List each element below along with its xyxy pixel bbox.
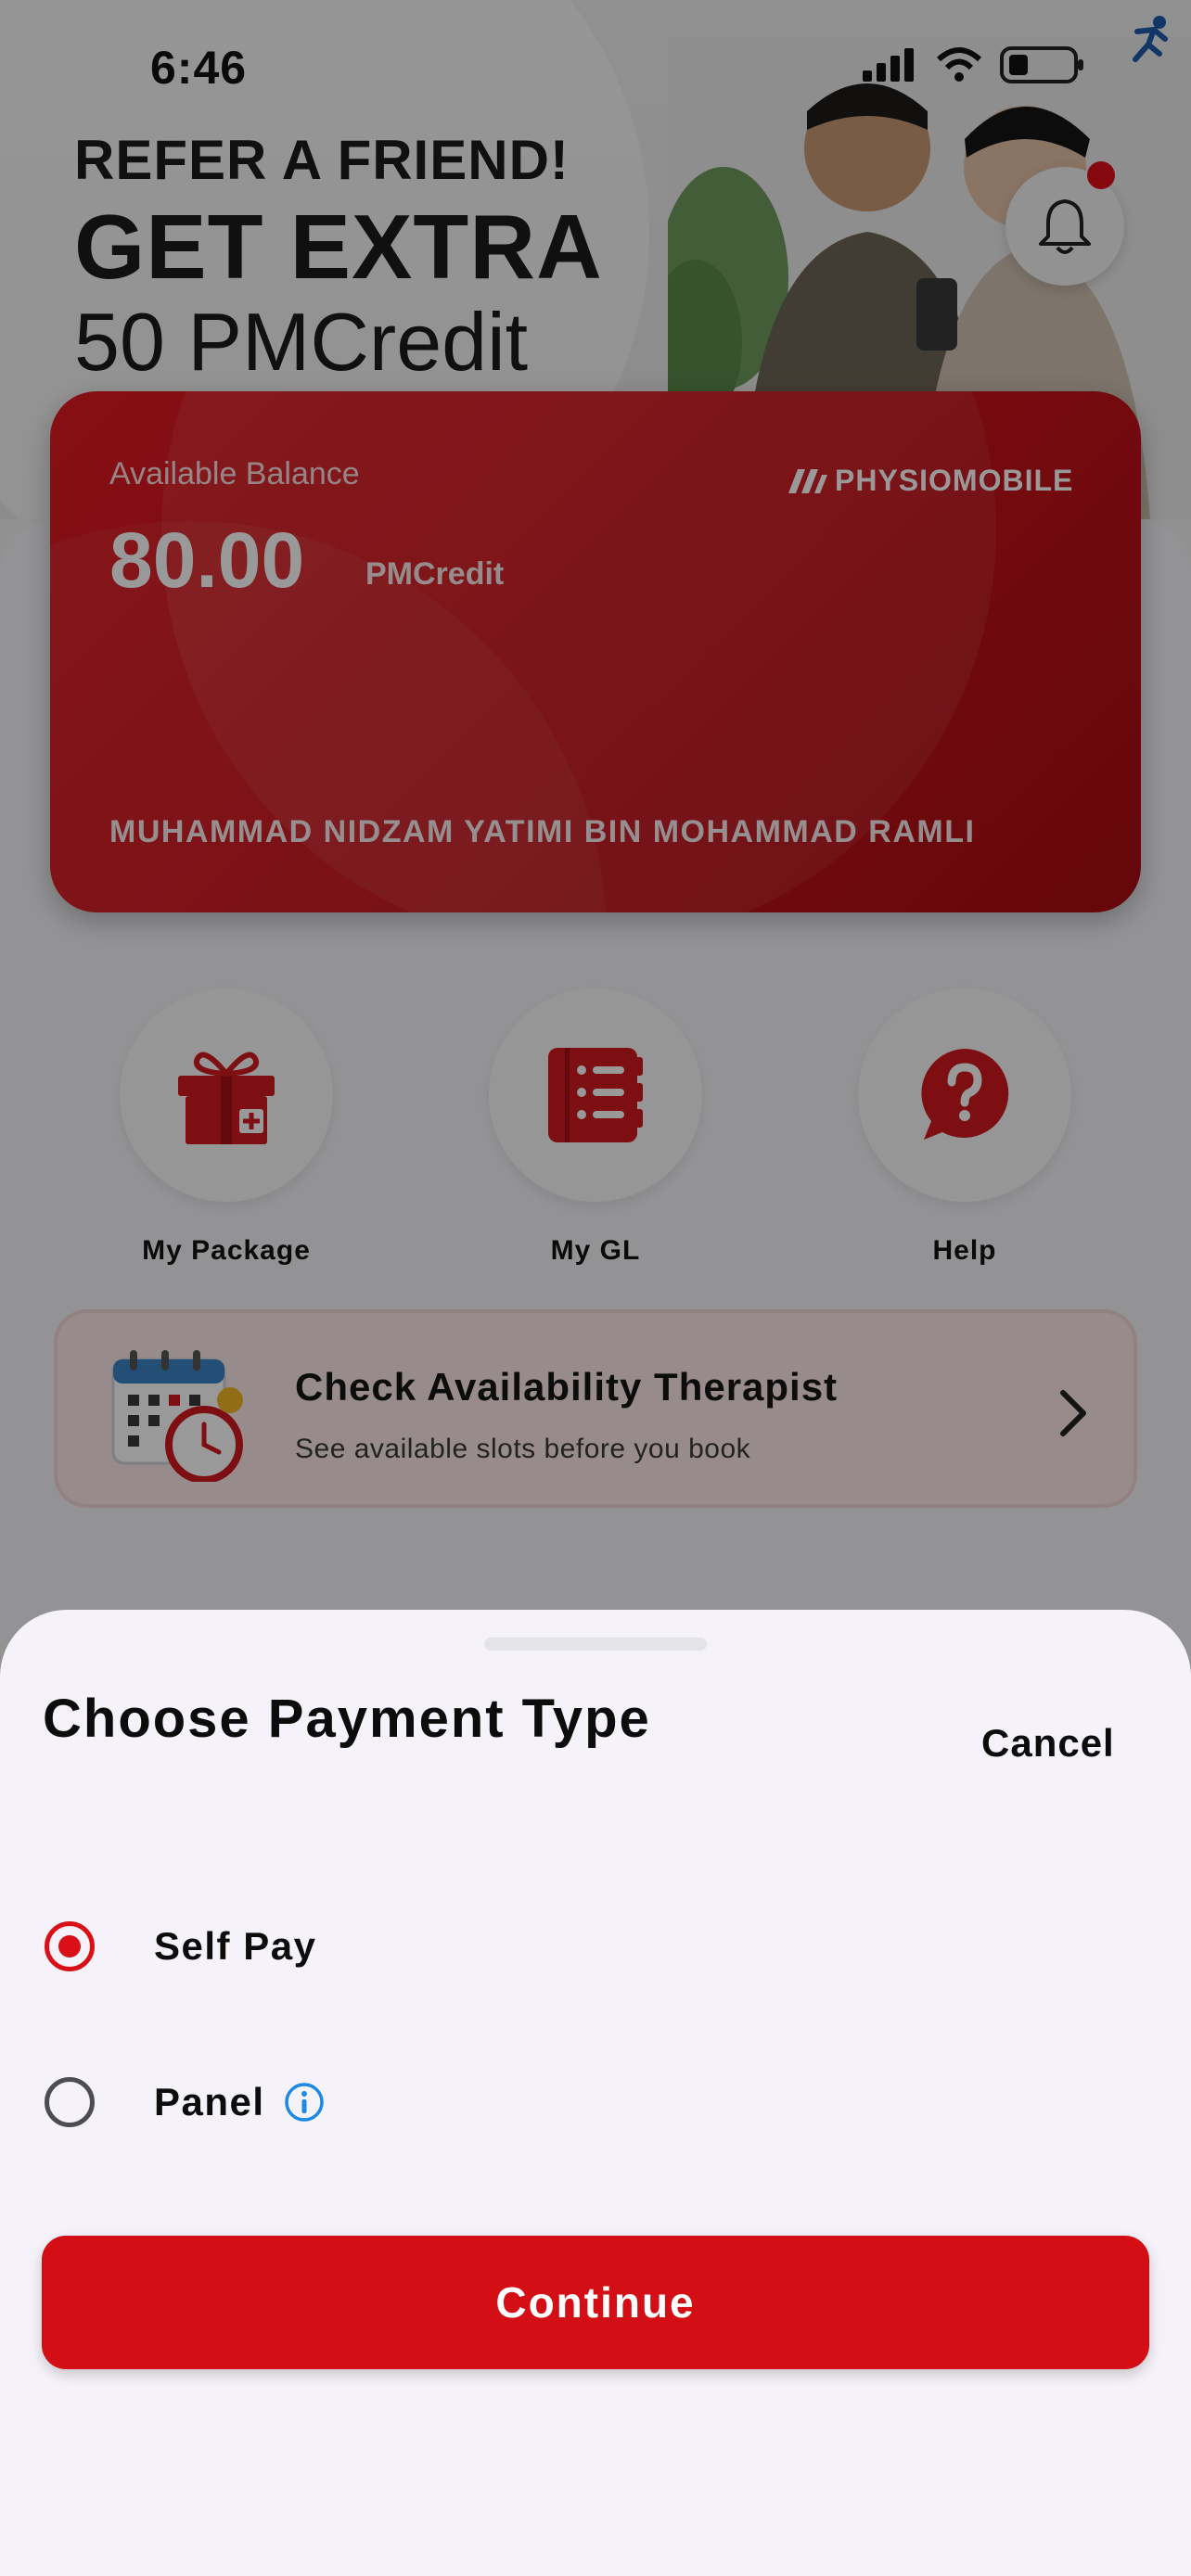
radio-selected[interactable]: [45, 1921, 95, 1971]
sheet-drag-handle[interactable]: [484, 1638, 707, 1651]
option-self-pay[interactable]: Self Pay: [45, 1905, 316, 1988]
option-label: Self Pay: [154, 1924, 317, 1968]
radio-unselected[interactable]: [45, 2077, 95, 2127]
continue-button[interactable]: Continue: [42, 2236, 1149, 2369]
option-panel[interactable]: Panel: [45, 2060, 325, 2144]
sheet-title: Choose Payment Type: [43, 1689, 651, 1749]
option-label: Panel: [154, 2080, 265, 2123]
payment-type-sheet: Choose Payment Type Cancel Self Pay Pane…: [0, 1610, 1191, 2576]
info-icon[interactable]: [284, 2082, 325, 2123]
cancel-button[interactable]: Cancel: [981, 1721, 1115, 1766]
